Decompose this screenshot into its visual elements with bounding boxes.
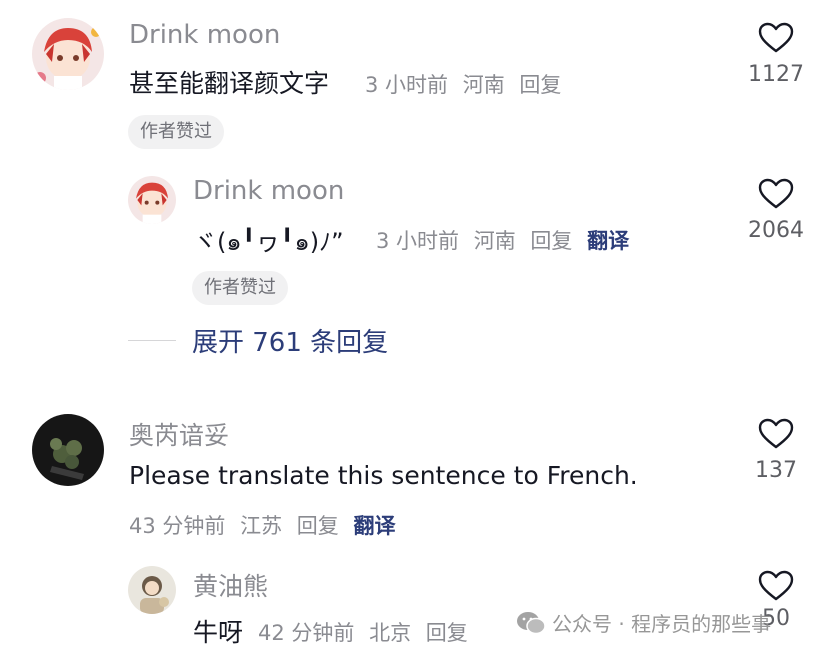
comment-username[interactable]: Drink moon [193,176,344,206]
comment-meta: 43 分钟前 江苏 回复 翻译 [129,510,395,540]
translate-button[interactable]: 翻译 [587,229,629,253]
watermark-text: 公众号 · 程序员的那些事 [552,612,772,636]
comment-username[interactable]: 黄油熊 [193,567,268,603]
author-liked-badge: 作者赞过 [192,271,288,305]
avatar[interactable] [128,566,176,614]
comment-location: 河南 [462,73,505,97]
comment-meta: 3 小时前 河南 回复 翻译 [376,225,629,255]
wechat-icon [517,611,546,634]
like-count: 137 [755,458,797,483]
reply-button[interactable]: 回复 [519,73,561,97]
avatar[interactable] [128,176,176,224]
comment-location: 江苏 [240,514,283,538]
expand-replies-label: 展开 761 条回复 [192,327,389,358]
expand-replies-button[interactable]: 展开 761 条回复 [128,322,388,358]
like-count: 1127 [748,62,804,87]
comment-time: 42 分钟前 [258,621,355,645]
heart-outline-icon [758,570,794,601]
like-count: 2064 [748,218,804,243]
comment-time: 43 分钟前 [129,514,226,538]
heart-outline-icon [758,178,794,209]
comment-username[interactable]: 奥芮谙妥 [129,416,229,452]
comment-text: ヾ(๑╹ヮ╹๑)ﾉ” [193,228,344,256]
translate-button[interactable]: 翻译 [353,514,395,538]
comment-location: 北京 [369,621,412,645]
like-button[interactable]: 137 [736,418,816,483]
divider-line [128,339,176,341]
reply-button[interactable]: 回复 [426,621,468,645]
comment-text: Please translate this sentence to French… [129,461,638,490]
comment-time: 3 小时前 [376,229,460,253]
comment-time: 3 小时前 [365,73,449,97]
watermark: 公众号 · 程序员的那些事 [516,608,771,637]
comment-location: 河南 [473,229,516,253]
reply-button[interactable]: 回复 [530,229,572,253]
like-button[interactable]: 1127 [736,22,816,87]
reply-button[interactable]: 回复 [297,514,339,538]
author-liked-badge: 作者赞过 [128,115,224,149]
comment-meta: 3 小时前 河南 回复 [365,69,561,99]
heart-outline-icon [758,22,794,53]
avatar[interactable] [32,414,104,486]
like-button[interactable]: 2064 [736,178,816,243]
comment-username[interactable]: Drink moon [129,20,280,50]
comment-text: 甚至能翻译颜文字 [129,69,330,98]
avatar[interactable] [32,18,104,90]
comment-text: 牛呀 [193,618,244,647]
heart-outline-icon [758,418,794,449]
comment-meta: 42 分钟前 北京 回复 [258,617,468,647]
